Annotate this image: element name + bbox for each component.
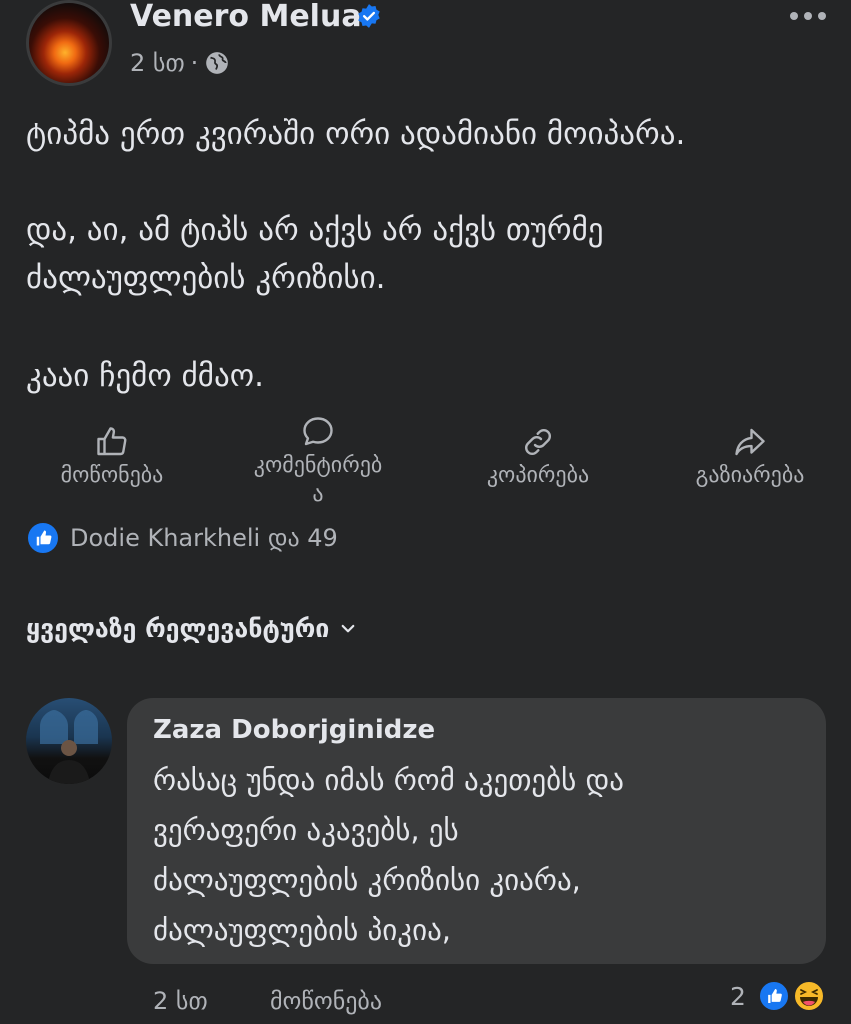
comment-text-line: ძალაუფლების კრიზისი კიარა, bbox=[153, 863, 581, 897]
comment-button[interactable]: კომენტირებ ა bbox=[223, 414, 413, 508]
comment-sort-dropdown[interactable]: ყველაზე რელევანტური bbox=[26, 612, 357, 646]
verified-badge-icon bbox=[358, 4, 380, 28]
author-name[interactable]: Venero Melua bbox=[130, 0, 362, 34]
like-reaction-icon[interactable] bbox=[758, 980, 790, 1012]
link-icon bbox=[525, 429, 551, 455]
post-text-line: ტიპმა ერთ კვირაში ორი ადამიანი მოიპარა. bbox=[26, 116, 686, 152]
more-options-icon[interactable] bbox=[790, 12, 826, 20]
post-time[interactable]: 2 სთ bbox=[130, 48, 185, 78]
commenter-name[interactable]: Zaza Doborjginidze bbox=[153, 712, 435, 748]
author-avatar[interactable] bbox=[26, 0, 112, 86]
comment-icon bbox=[303, 417, 333, 446]
like-label: მოწონება bbox=[60, 463, 164, 488]
comment-like-button[interactable]: მოწონება bbox=[270, 984, 382, 1018]
sort-label: ყველაზე რელევანტური bbox=[26, 614, 330, 643]
comment-text-line: ვერაფერი აკავებს, ეს bbox=[153, 813, 459, 847]
like-button[interactable]: მოწონება bbox=[17, 424, 207, 492]
reactions-summary[interactable]: Dodie Kharkheli და 49 bbox=[70, 522, 338, 554]
comment-label-wrap: ა bbox=[312, 482, 324, 507]
copy-label: კოპირება bbox=[486, 463, 590, 488]
commenter-avatar[interactable] bbox=[26, 698, 112, 784]
meta-separator: · bbox=[190, 49, 199, 77]
comment-text-line: ძალაუფლების პიკია, bbox=[153, 913, 452, 947]
comment-text-line: რასაც უნდა იმას რომ აკეთებს და bbox=[153, 763, 624, 797]
share-label: გაზიარება bbox=[695, 463, 805, 488]
chevron-down-icon bbox=[342, 624, 355, 633]
share-icon bbox=[735, 428, 765, 456]
copy-button[interactable]: კოპირება bbox=[443, 424, 633, 492]
haha-reaction-icon[interactable] bbox=[792, 979, 826, 1013]
post-text-line: კააი ჩემო ძმაო. bbox=[26, 358, 264, 394]
post-meta: 2 სთ · bbox=[130, 48, 230, 78]
share-button[interactable]: გაზიარება bbox=[655, 424, 845, 492]
comment-label: კომენტირებ bbox=[253, 453, 383, 478]
like-reaction-icon[interactable] bbox=[26, 521, 60, 555]
like-icon bbox=[97, 427, 127, 456]
post-text-line: და, აი, ამ ტიპს არ აქვს არ აქვს თურმე bbox=[26, 212, 604, 248]
comment-reaction-count[interactable]: 2 bbox=[730, 980, 746, 1014]
post-text-line: ძალაუფლების კრიზისი. bbox=[26, 260, 386, 296]
comment-time[interactable]: 2 სთ bbox=[153, 984, 208, 1018]
globe-icon bbox=[206, 52, 229, 74]
